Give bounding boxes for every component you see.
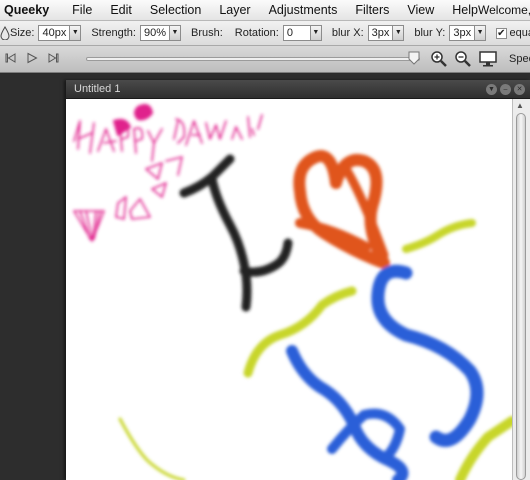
size-value: 40px [42,27,67,39]
menu-adjustments[interactable]: Adjustments [260,3,347,17]
playback-slider[interactable] [86,57,420,61]
welcome-text: Welcome, C [478,3,530,17]
rotation-value: 0 [286,27,293,39]
scrollbar-thumb[interactable] [516,113,526,480]
play-icon[interactable] [25,52,39,66]
menu-bar: Queeky File Edit Selection Layer Adjustm… [0,0,530,21]
menu-selection[interactable]: Selection [141,3,210,17]
yellow-stroke [402,219,476,253]
smudge-tool-icon [0,26,10,40]
slider-thumb[interactable] [408,51,420,65]
black-stroke [179,154,293,312]
vertical-scrollbar[interactable]: ▲ [512,99,530,480]
menu-edit[interactable]: Edit [101,3,141,17]
brush-label: Brush: [191,27,223,39]
close-icon[interactable]: ✕ [514,84,525,95]
rotation-select[interactable]: 0 ▼ [282,25,322,41]
skip-back-icon[interactable] [4,52,18,66]
speed-label: Spee [509,53,530,65]
blur-y-value: 3px [453,27,472,39]
chevron-down-icon: ▼ [392,26,404,40]
app-name[interactable]: Queeky [0,3,63,17]
equal-label: equal [509,27,530,39]
blur-x-value: 3px [371,27,390,39]
zoom-in-icon[interactable] [430,50,450,68]
chevron-down-icon: ▼ [309,26,321,40]
chevron-down-icon: ▼ [169,26,180,40]
canvas-artwork [73,104,512,480]
chevron-down-icon: ▼ [474,26,486,40]
scroll-up-icon[interactable]: ▲ [516,101,524,110]
drawing-canvas[interactable] [66,99,512,480]
strength-label: Strength: [91,27,136,39]
menu-layer[interactable]: Layer [210,3,259,17]
document-window: Untitled 1 ▼ – ✕ ▲ [66,80,530,480]
blur-x-select[interactable]: 3px ▼ [367,25,405,41]
blur-x-label: blur X: [331,27,364,39]
pink-scribble [73,114,263,242]
orange-heart [293,150,390,269]
yellow-stroke [118,417,186,480]
menu-view[interactable]: View [398,3,443,17]
chevron-down-icon: ▼ [69,26,81,40]
strength-select[interactable]: 90% ▼ [139,25,181,41]
rotation-label: Rotation: [234,27,279,39]
zoom-out-icon[interactable] [454,50,474,68]
blur-y-select[interactable]: 3px ▼ [449,25,487,41]
skip-forward-icon[interactable] [46,52,60,66]
strength-value: 90% [143,27,166,39]
size-select[interactable]: 40px ▼ [38,25,82,41]
window-menu-icon[interactable]: ▼ [486,84,497,95]
monitor-icon[interactable] [478,50,498,68]
blur-y-label: blur Y: [414,27,446,39]
minimize-icon[interactable]: – [500,84,511,95]
playback-bar: Spee [0,46,530,73]
tool-options-bar: Size: 40px ▼ Strength: 90% ▼ Brush: Rotati… [0,21,530,46]
menu-filters[interactable]: Filters [346,3,398,17]
equal-checkbox[interactable]: ✔ [496,27,507,39]
pink-blob [134,104,153,121]
menu-file[interactable]: File [63,3,101,17]
document-titlebar[interactable]: Untitled 1 ▼ – ✕ [66,80,530,99]
document-title: Untitled 1 [74,83,121,95]
size-label: Size: [10,27,35,39]
